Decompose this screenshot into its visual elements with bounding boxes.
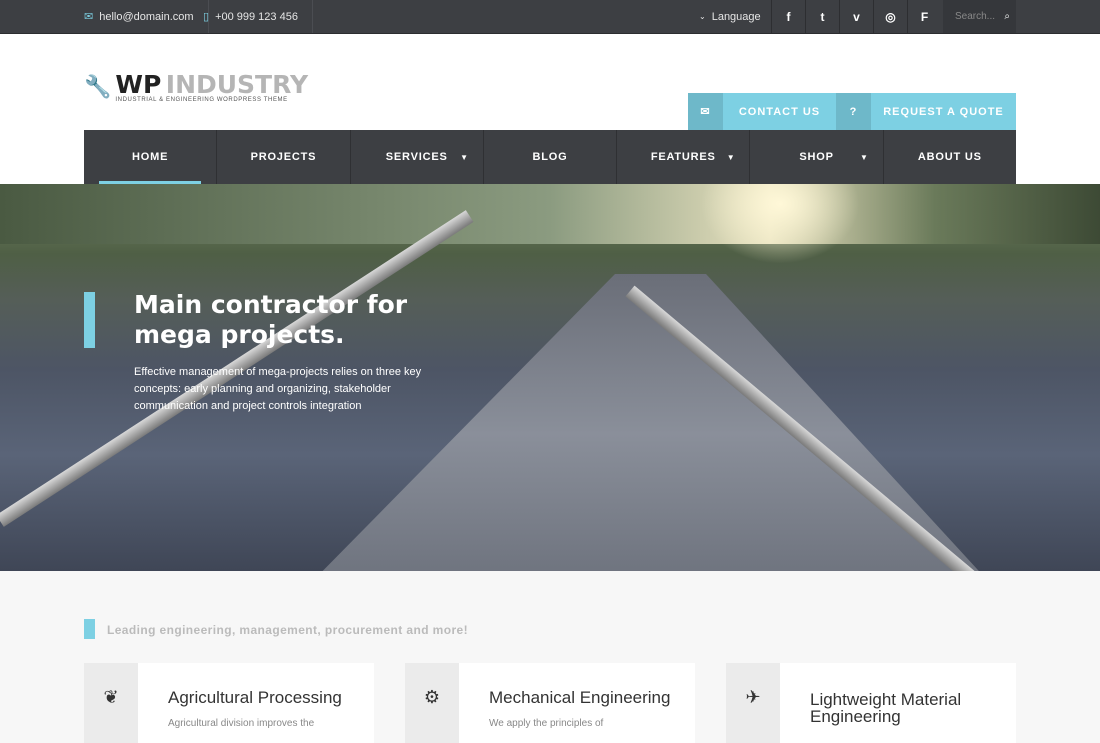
foursquare-icon[interactable]: F xyxy=(907,0,941,33)
service-card[interactable]: ⚙ Mechanical Engineering We apply the prin… xyxy=(405,663,695,743)
gears-icon: ⚙ xyxy=(405,663,459,743)
plane-icon: ✈ xyxy=(726,663,780,743)
nav-home[interactable]: HOME xyxy=(84,130,218,184)
search-input[interactable]: Search... ⌕ xyxy=(943,0,1016,33)
service-card[interactable]: ❦ Agricultural Processing Agricultural div… xyxy=(84,663,374,743)
hero-slider: Main contractor for mega projects. Effec… xyxy=(0,184,1100,571)
caret-down-icon: ▼ xyxy=(859,152,869,162)
caret-down-icon: ▼ xyxy=(460,152,469,162)
hero-text: Effective management of mega-projects re… xyxy=(134,366,422,412)
nav-blog[interactable]: BLOG xyxy=(484,130,618,184)
top-bar: ✉ hello@domain.com ▯ +00 999 123 456 ⌄ Lang… xyxy=(0,0,1100,34)
github-icon[interactable]: ◎ xyxy=(873,0,907,33)
language-dropdown[interactable]: ⌄ Language xyxy=(685,0,775,33)
hero-background-image xyxy=(0,184,1100,244)
service-card[interactable]: ✈ Lightweight Material Engineering xyxy=(726,663,1016,743)
phone-link[interactable]: ▯ +00 999 123 456 xyxy=(189,0,313,33)
hero-accent-bar xyxy=(84,292,95,348)
envelope-icon: ✉ xyxy=(688,93,723,130)
nav-about-us[interactable]: ABOUT US xyxy=(884,130,1016,184)
twitter-icon[interactable]: t xyxy=(805,0,839,33)
vimeo-icon[interactable]: v xyxy=(839,0,873,33)
sun-glare xyxy=(700,184,860,264)
mobile-icon: ▯ xyxy=(203,11,210,23)
chevron-down-icon: ⌄ xyxy=(699,12,706,21)
request-quote-button[interactable]: ? REQUEST A QUOTE xyxy=(836,93,1016,130)
section-subtitle: Leading engineering, management, procure… xyxy=(107,623,468,637)
section-accent-bar xyxy=(84,619,95,639)
hero-title: Main contractor for mega projects. xyxy=(134,290,408,349)
leaf-icon: ❦ xyxy=(84,663,138,743)
email-link[interactable]: ✉ hello@domain.com xyxy=(70,0,209,33)
nav-features[interactable]: FEATURES ▼ xyxy=(617,130,751,184)
caret-down-icon: ▼ xyxy=(726,152,736,162)
logo[interactable]: 🔧 WP INDUSTRY INDUSTRIAL & ENGINEERING W… xyxy=(84,70,308,103)
main-nav: HOME PROJECTS SERVICES ▼ BLOG FEATURES ▼ S… xyxy=(84,130,1016,184)
facebook-icon[interactable]: f xyxy=(771,0,805,33)
search-icon[interactable]: ⌕ xyxy=(1004,11,1010,22)
contact-us-button[interactable]: ✉ CONTACT US xyxy=(688,93,836,130)
envelope-icon: ✉ xyxy=(84,11,94,23)
nav-shop[interactable]: SHOP ▼ xyxy=(750,130,884,184)
nav-projects[interactable]: PROJECTS xyxy=(217,130,351,184)
worker-wrench-icon: 🔧 xyxy=(84,73,112,99)
nav-services[interactable]: SERVICES ▼ xyxy=(351,130,484,184)
question-circle-icon: ? xyxy=(836,93,871,130)
